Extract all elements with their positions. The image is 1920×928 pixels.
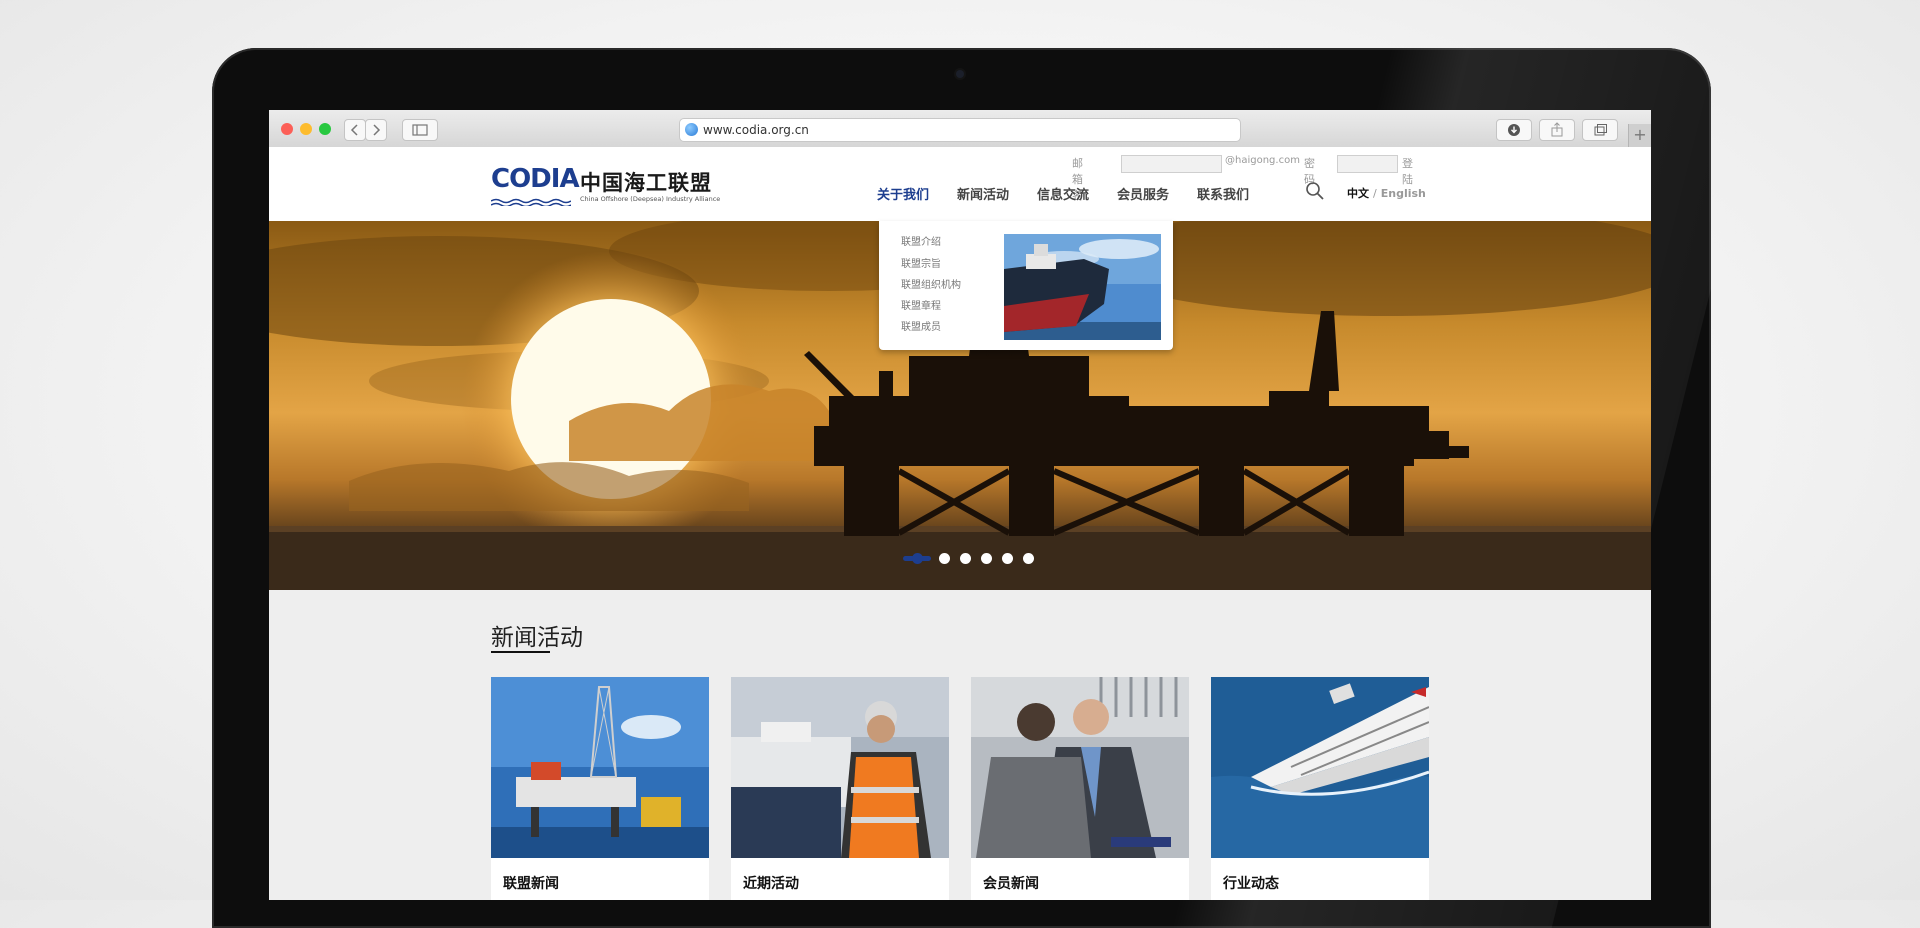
browser-toolbar: www.codia.org.cn + (269, 110, 1651, 148)
carousel-dot[interactable] (939, 553, 950, 564)
card-label: 近期活动 (743, 876, 799, 892)
nav-item-contact[interactable]: 联系我们 (1197, 184, 1249, 203)
tabs-icon (1594, 124, 1607, 136)
site-logo[interactable]: CODIA 中国海工联盟 China Offshore (Deepsea) In… (490, 164, 720, 210)
webcam (956, 70, 964, 78)
dropdown-item[interactable]: 联盟章程 (901, 297, 941, 312)
back-button[interactable] (344, 119, 366, 141)
site-header: CODIA 中国海工联盟 China Offshore (Deepsea) In… (269, 147, 1651, 221)
forward-button[interactable] (365, 119, 387, 141)
close-window-button[interactable] (281, 123, 293, 135)
language-switch: 中文 / English (1347, 185, 1426, 201)
password-input[interactable] (1337, 155, 1398, 173)
sidebar-icon (412, 124, 428, 136)
carousel-dot[interactable] (981, 553, 992, 564)
card-label: 行业动态 (1223, 876, 1279, 892)
card-thumbnail (731, 677, 949, 858)
share-icon (1551, 122, 1563, 137)
email-domain: @haigong.com (1225, 155, 1300, 166)
browser-screen: www.codia.org.cn + CODIA 中国海工联盟 China Of… (269, 110, 1651, 900)
news-card[interactable]: 联盟新闻 (491, 677, 709, 900)
minimize-window-button[interactable] (300, 123, 312, 135)
news-card[interactable]: 行业动态 (1211, 677, 1429, 900)
download-button[interactable] (1496, 119, 1532, 141)
share-button[interactable] (1539, 119, 1575, 141)
nav-item-members[interactable]: 会员服务 (1117, 184, 1169, 203)
news-title-underline (491, 651, 550, 653)
lang-separator: / (1373, 187, 1377, 200)
globe-icon (685, 123, 698, 136)
new-tab-button[interactable]: + (1628, 124, 1651, 147)
dropdown-item[interactable]: 联盟介绍 (901, 233, 941, 248)
dropdown-item[interactable]: 联盟组织机构 (901, 276, 961, 291)
email-input[interactable] (1121, 155, 1222, 173)
dropdown-item[interactable]: 联盟成员 (901, 318, 941, 333)
nav-item-about[interactable]: 关于我们 (877, 184, 929, 203)
nav-item-news[interactable]: 新闻活动 (957, 184, 1009, 203)
waves-icon (490, 198, 572, 208)
card-label: 会员新闻 (983, 876, 1039, 892)
carousel-dot[interactable] (1023, 553, 1034, 564)
sidebar-toggle-button[interactable] (402, 119, 438, 141)
logo-name-en: China Offshore (Deepsea) Industry Allian… (580, 195, 721, 203)
card-thumbnail (491, 677, 709, 858)
download-icon (1508, 124, 1520, 136)
tabs-overview-button[interactable] (1582, 119, 1618, 141)
nav-item-info[interactable]: 信息交流 (1037, 184, 1089, 203)
chevron-left-icon (350, 124, 358, 136)
lang-zh[interactable]: 中文 (1347, 187, 1369, 200)
carousel-dot[interactable] (903, 553, 931, 564)
zoom-window-button[interactable] (319, 123, 331, 135)
search-icon[interactable] (1304, 180, 1326, 202)
about-dropdown-menu: 联盟介绍 联盟宗旨 联盟组织机构 联盟章程 联盟成员 (879, 221, 1173, 350)
news-section-title: 新闻活动 (491, 625, 583, 651)
chevron-right-icon (373, 124, 381, 136)
news-card[interactable]: 会员新闻 (971, 677, 1189, 900)
dropdown-item[interactable]: 联盟宗旨 (901, 255, 941, 270)
card-label: 联盟新闻 (503, 876, 559, 892)
lang-en[interactable]: English (1381, 187, 1426, 200)
address-bar-url: www.codia.org.cn (703, 123, 809, 137)
logo-mark: CODIA (491, 164, 580, 194)
news-card[interactable]: 近期活动 (731, 677, 949, 900)
address-bar[interactable]: www.codia.org.cn (679, 118, 1241, 142)
carousel-dot[interactable] (1002, 553, 1013, 564)
dropdown-ship-image (1004, 234, 1161, 340)
login-button[interactable]: 登陆 (1402, 155, 1413, 187)
logo-name-cn: 中国海工联盟 (580, 170, 712, 195)
card-thumbnail (1211, 677, 1429, 858)
card-thumbnail (971, 677, 1189, 858)
carousel-dot[interactable] (960, 553, 971, 564)
